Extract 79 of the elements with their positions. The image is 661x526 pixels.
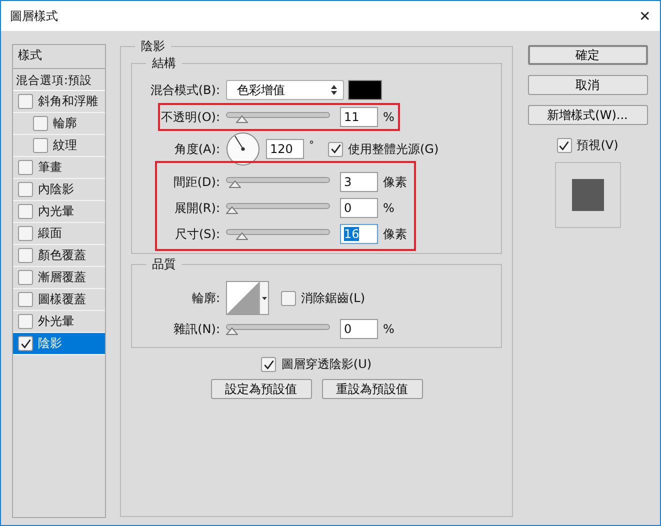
- style-list-item[interactable]: 緞面: [13, 223, 105, 245]
- field-label: 雜訊(N):: [172, 320, 221, 338]
- unit-label: °: [309, 140, 314, 151]
- angle-dial[interactable]: [226, 132, 260, 166]
- slider[interactable]: [226, 110, 330, 124]
- slider[interactable]: [226, 202, 330, 214]
- number-input[interactable]: 3: [340, 172, 378, 192]
- preview-thumbnail: [554, 162, 620, 228]
- window-title: 圖層樣式: [9, 8, 58, 24]
- unit-label: %: [383, 201, 394, 215]
- style-list-item[interactable]: 輪廓: [13, 113, 105, 135]
- color-swatch[interactable]: [348, 80, 382, 100]
- checkbox[interactable]: [328, 142, 343, 156]
- field-label: 不透明(O):: [160, 108, 221, 126]
- angle-input[interactable]: 120: [266, 139, 304, 159]
- default-button[interactable]: 重設為預設值: [322, 379, 422, 399]
- slider-thumb[interactable]: [226, 326, 238, 334]
- style-list-item[interactable]: 內陰影: [13, 179, 105, 201]
- checkbox[interactable]: [33, 116, 48, 131]
- checkbox[interactable]: [18, 182, 33, 197]
- dialog-button[interactable]: 取消: [528, 75, 648, 95]
- checkbox[interactable]: [18, 248, 33, 263]
- checkbox[interactable]: [18, 226, 33, 241]
- checkbox[interactable]: [556, 138, 572, 153]
- slider[interactable]: [226, 228, 330, 240]
- slider-thumb[interactable]: [236, 114, 248, 122]
- checkbox[interactable]: [18, 94, 33, 109]
- checkbox[interactable]: [18, 204, 33, 219]
- number-input[interactable]: 0: [340, 198, 378, 218]
- default-button[interactable]: 設定為預設值: [210, 379, 312, 399]
- unit-label: 像素: [383, 226, 407, 242]
- dialog-button[interactable]: 確定: [528, 45, 648, 65]
- checkbox-label: 使用整體光源(G): [348, 140, 439, 158]
- updown-icon: [331, 85, 337, 95]
- field-label: 間距(D):: [172, 174, 221, 190]
- close-button[interactable]: ✕: [630, 1, 660, 31]
- style-list-header[interactable]: 樣式: [13, 45, 105, 69]
- checkbox-label: 預視(V): [576, 137, 618, 154]
- field-label: 尺寸(S):: [174, 226, 221, 242]
- checkbox[interactable]: [18, 314, 33, 329]
- style-list-item[interactable]: 內光暈: [13, 201, 105, 223]
- section-title: 陰影: [135, 38, 171, 55]
- checkbox-label: 圖層穿透陰影(U): [281, 356, 372, 373]
- field-label: 角度(A):: [173, 140, 221, 158]
- blend-options-item[interactable]: 混合選項:預設: [13, 69, 105, 91]
- checkbox[interactable]: [18, 336, 33, 351]
- slider-thumb[interactable]: [228, 180, 241, 188]
- checkbox[interactable]: [33, 138, 48, 153]
- style-list-item[interactable]: 陰影: [13, 333, 105, 355]
- number-input[interactable]: 16: [340, 224, 378, 244]
- checkbox[interactable]: [18, 160, 33, 175]
- style-list-item[interactable]: 漸層覆蓋: [13, 267, 105, 289]
- unit-label: %: [383, 110, 394, 124]
- style-list-item[interactable]: 圖樣覆蓋: [13, 289, 105, 311]
- slider-thumb[interactable]: [236, 232, 248, 240]
- group-title: 品質: [146, 256, 182, 273]
- style-list-item[interactable]: 斜角和浮雕: [13, 91, 105, 113]
- checkbox[interactable]: [261, 357, 276, 372]
- unit-label: 像素: [383, 174, 407, 190]
- slider[interactable]: [226, 176, 330, 188]
- blend-mode-dropdown[interactable]: 色彩增值: [226, 80, 344, 100]
- style-list-item[interactable]: 紋理: [13, 135, 105, 157]
- style-list-item[interactable]: 筆畫: [13, 157, 105, 179]
- opacity-input[interactable]: 11: [340, 107, 378, 127]
- unit-label: %: [383, 322, 394, 336]
- dialog-button[interactable]: 新增樣式(W)...: [528, 105, 648, 125]
- caret-icon: [262, 296, 266, 300]
- checkbox[interactable]: [281, 290, 296, 306]
- contour-picker[interactable]: [226, 281, 269, 315]
- noise-input[interactable]: 0: [340, 319, 378, 339]
- field-label: 輪廓:: [190, 290, 221, 306]
- checkbox[interactable]: [18, 292, 33, 307]
- field-label: 混合模式(B):: [149, 82, 221, 98]
- checkbox[interactable]: [18, 270, 33, 285]
- slider-thumb[interactable]: [226, 206, 238, 214]
- field-label: 展開(R):: [173, 200, 221, 216]
- checkbox-label: 消除鋸齒(L): [301, 290, 366, 306]
- style-list-item[interactable]: 顏色覆蓋: [13, 245, 105, 267]
- slider[interactable]: [226, 322, 330, 336]
